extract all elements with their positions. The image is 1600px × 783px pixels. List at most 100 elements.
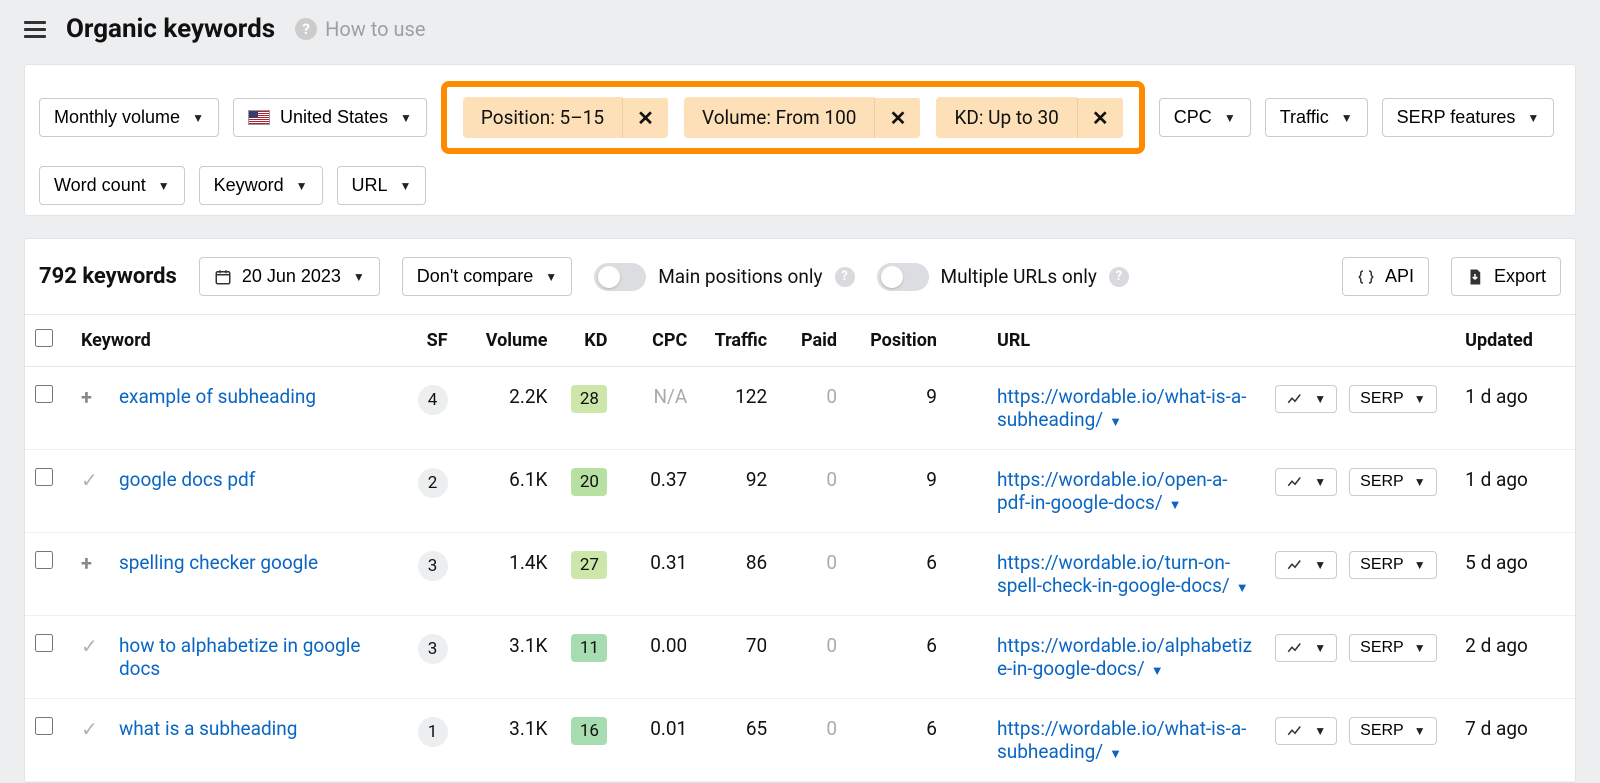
- serp-button[interactable]: SERP▼: [1349, 717, 1436, 745]
- sf-badge[interactable]: 2: [418, 468, 448, 498]
- serp-label: SERP: [1360, 639, 1404, 657]
- chevron-down-icon: ▼: [1314, 392, 1326, 406]
- expand-icon[interactable]: +: [81, 385, 99, 409]
- how-to-use-link[interactable]: ? How to use: [295, 17, 425, 41]
- chart-button[interactable]: ▼: [1275, 717, 1337, 745]
- chart-button[interactable]: ▼: [1275, 468, 1337, 496]
- expand-icon[interactable]: +: [81, 551, 99, 575]
- chevron-down-icon: ▼: [1414, 475, 1426, 489]
- sf-badge[interactable]: 1: [418, 717, 448, 747]
- col-traffic[interactable]: Traffic: [697, 315, 777, 367]
- keyword-link[interactable]: what is a subheading: [119, 717, 298, 740]
- filter-label: SERP features: [1397, 107, 1516, 128]
- keyword-link[interactable]: example of subheading: [119, 385, 316, 408]
- chip-label: Position: 5–15: [463, 97, 622, 138]
- serp-button[interactable]: SERP▼: [1349, 634, 1436, 662]
- filter-serp-features[interactable]: SERP features ▼: [1382, 98, 1555, 137]
- chevron-down-icon: ▼: [353, 270, 365, 284]
- api-button[interactable]: API: [1342, 257, 1429, 296]
- filter-url[interactable]: URL▼: [337, 166, 427, 205]
- url-link[interactable]: https://wordable.io/open-a-pdf-in-google…: [997, 468, 1228, 514]
- serp-button[interactable]: SERP▼: [1349, 468, 1436, 496]
- cell-volume: 1.4K: [458, 533, 558, 616]
- chart-button[interactable]: ▼: [1275, 634, 1337, 662]
- sf-badge[interactable]: 3: [418, 634, 448, 664]
- table-row: ✓how to alphabetize in google docs33.1K1…: [25, 616, 1575, 699]
- close-icon[interactable]: ✕: [1077, 98, 1123, 138]
- cell-position: 6: [847, 616, 947, 699]
- expand-icon[interactable]: ✓: [81, 634, 98, 658]
- chip-position[interactable]: Position: 5–15✕: [463, 97, 668, 138]
- url-link[interactable]: https://wordable.io/alphabetize-in-googl…: [997, 634, 1252, 680]
- sf-badge[interactable]: 3: [418, 551, 448, 581]
- col-position[interactable]: Position: [847, 315, 947, 367]
- chart-button[interactable]: ▼: [1275, 385, 1337, 413]
- filter-country[interactable]: United States▼: [233, 98, 427, 137]
- chevron-down-icon: ▼: [158, 179, 170, 193]
- toggle-multiple-urls[interactable]: Multiple URLs only ?: [877, 263, 1129, 291]
- row-checkbox[interactable]: [35, 551, 53, 569]
- col-keyword[interactable]: Keyword: [71, 315, 398, 367]
- chevron-down-icon[interactable]: ▼: [1109, 747, 1122, 762]
- chevron-down-icon[interactable]: ▼: [1151, 664, 1164, 679]
- cell-cpc: 0.00: [617, 616, 697, 699]
- switch-icon[interactable]: [594, 263, 646, 291]
- filter-monthly-volume[interactable]: Monthly volume▼: [39, 98, 219, 137]
- row-checkbox[interactable]: [35, 634, 53, 652]
- menu-icon[interactable]: [24, 21, 46, 38]
- row-checkbox[interactable]: [35, 468, 53, 486]
- compare-dropdown[interactable]: Don't compare▼: [402, 257, 572, 296]
- row-actions: ▼ SERP▼: [1275, 551, 1436, 579]
- keyword-link[interactable]: google docs pdf: [119, 468, 255, 491]
- help-icon[interactable]: ?: [835, 267, 855, 287]
- url-link[interactable]: https://wordable.io/turn-on-spell-check-…: [997, 551, 1230, 597]
- row-actions: ▼SERP▼: [1275, 468, 1436, 496]
- keywords-table: Keyword SF Volume KD CPC Traffic Paid Po…: [25, 314, 1575, 782]
- row-checkbox[interactable]: [35, 717, 53, 735]
- kd-badge: 28: [571, 385, 607, 413]
- results-toolbar: 792 keywords 20 Jun 2023▼ Don't compare▼…: [25, 239, 1575, 314]
- cell-position: 9: [847, 367, 947, 450]
- row-actions: ▼ SERP▼: [1275, 717, 1436, 745]
- filter-cpc[interactable]: CPC▼: [1159, 98, 1251, 137]
- col-paid[interactable]: Paid: [777, 315, 847, 367]
- select-all-checkbox[interactable]: [35, 329, 53, 347]
- cell-updated: 5 d ago: [1455, 533, 1575, 616]
- col-cpc[interactable]: CPC: [617, 315, 697, 367]
- expand-icon[interactable]: ✓: [81, 717, 98, 741]
- chevron-down-icon[interactable]: ▼: [1236, 581, 1249, 596]
- keyword-link[interactable]: spelling checker google: [119, 551, 318, 574]
- chevron-down-icon: ▼: [1527, 111, 1539, 125]
- chart-button[interactable]: ▼: [1275, 551, 1337, 579]
- col-volume[interactable]: Volume: [458, 315, 558, 367]
- close-icon[interactable]: ✕: [874, 98, 920, 138]
- chevron-down-icon[interactable]: ▼: [1109, 415, 1122, 430]
- trend-icon: [1286, 473, 1304, 491]
- serp-button[interactable]: SERP▼: [1349, 385, 1436, 413]
- filter-keyword[interactable]: Keyword▼: [199, 166, 323, 205]
- col-sf[interactable]: SF: [398, 315, 458, 367]
- filter-label: Monthly volume: [54, 107, 180, 128]
- sf-badge[interactable]: 4: [418, 385, 448, 415]
- cell-traffic: 122: [697, 367, 777, 450]
- trend-icon: [1286, 639, 1304, 657]
- serp-button[interactable]: SERP▼: [1349, 551, 1436, 579]
- filter-traffic[interactable]: Traffic▼: [1265, 98, 1368, 137]
- filter-word-count[interactable]: Word count▼: [39, 166, 185, 205]
- keyword-link[interactable]: how to alphabetize in google docs: [119, 634, 360, 680]
- date-picker[interactable]: 20 Jun 2023▼: [199, 257, 380, 296]
- chevron-down-icon[interactable]: ▼: [1169, 498, 1182, 513]
- expand-icon[interactable]: ✓: [81, 468, 98, 492]
- close-icon[interactable]: ✕: [622, 98, 668, 138]
- help-icon[interactable]: ?: [1109, 267, 1129, 287]
- col-url[interactable]: URL: [947, 315, 1265, 367]
- export-button[interactable]: Export: [1451, 257, 1561, 296]
- chip-volume[interactable]: Volume: From 100✕: [684, 97, 920, 138]
- col-kd[interactable]: KD: [557, 315, 617, 367]
- row-checkbox[interactable]: [35, 385, 53, 403]
- col-updated[interactable]: Updated: [1455, 315, 1575, 367]
- switch-icon[interactable]: [877, 263, 929, 291]
- chip-label: KD: Up to 30: [936, 97, 1076, 138]
- toggle-main-positions[interactable]: Main positions only ?: [594, 263, 854, 291]
- chip-kd[interactable]: KD: Up to 30✕: [936, 97, 1122, 138]
